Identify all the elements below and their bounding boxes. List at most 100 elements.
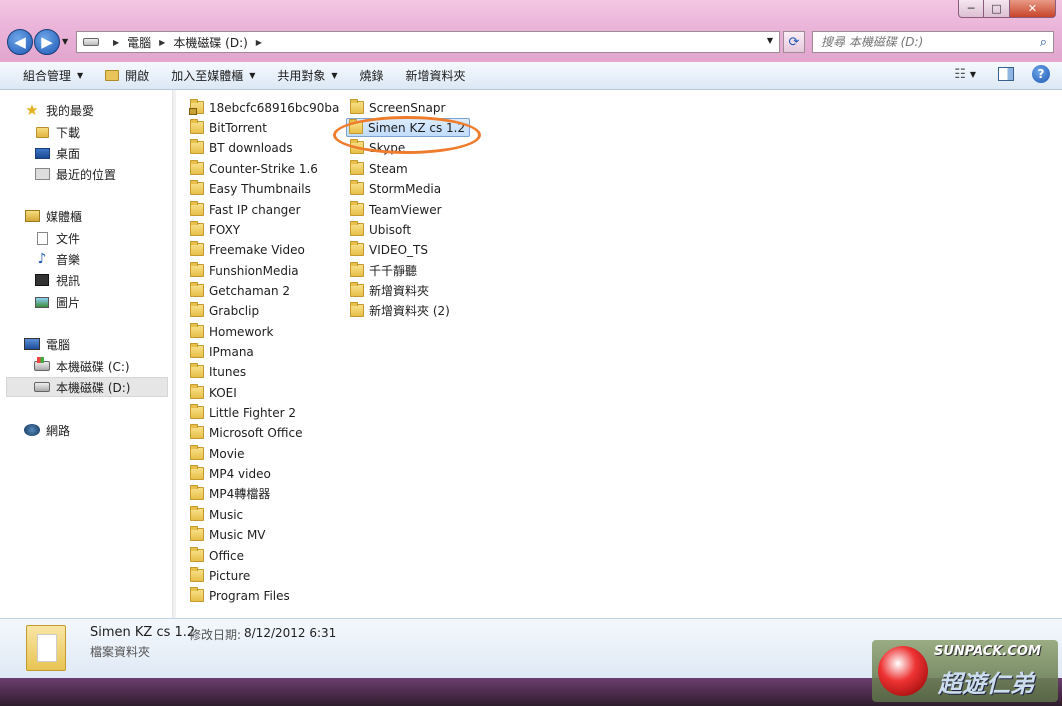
preview-pane-icon[interactable] — [998, 67, 1014, 81]
file-name: Ubisoft — [369, 222, 412, 237]
file-name: IPmana — [209, 344, 254, 359]
sidebar-label: 媒體櫃 — [46, 209, 83, 224]
list-item[interactable]: Movie — [188, 444, 249, 463]
folder-icon — [190, 506, 204, 521]
search-icon[interactable]: ⌕ — [1040, 35, 1047, 50]
sidebar-item-drive-d[interactable]: 本機磁碟 (D:) — [6, 377, 168, 397]
list-item[interactable]: FunshionMedia — [188, 261, 303, 280]
file-name: Steam — [369, 161, 408, 176]
list-item[interactable]: MP4 video — [188, 464, 275, 483]
burn-button[interactable]: 燒錄 — [349, 65, 395, 87]
list-item[interactable]: Microsoft Office — [188, 423, 306, 442]
list-item[interactable]: BitTorrent — [188, 118, 271, 137]
list-item[interactable]: 新增資料夾 — [348, 281, 433, 300]
file-name: Movie — [209, 446, 245, 461]
file-name: 千千靜聽 — [369, 264, 418, 278]
address-bar[interactable]: ▶ 電腦 ▶ 本機磁碟 (D:) ▶ ▼ — [76, 31, 780, 53]
search-box[interactable]: ⌕ — [812, 31, 1054, 53]
list-item[interactable]: TeamViewer — [348, 200, 446, 219]
caret-down-icon: ▼ — [77, 71, 84, 80]
list-item[interactable]: Steam — [348, 159, 412, 178]
list-item[interactable]: Picture — [188, 566, 254, 585]
sidebar-label: 下載 — [56, 125, 81, 140]
list-item[interactable]: BT downloads — [188, 138, 297, 157]
new-folder-button[interactable]: 新增資料夾 — [395, 65, 477, 87]
file-name: KOEI — [209, 385, 237, 400]
chevron-right-icon[interactable]: ▶ — [159, 38, 165, 47]
close-button[interactable]: ✕ — [1010, 0, 1056, 18]
sidebar-item-desktop[interactable]: 桌面 — [34, 143, 80, 163]
file-name: MP4 video — [209, 466, 271, 481]
detail-name: Simen KZ cs 1.2 — [90, 625, 196, 640]
help-icon[interactable]: ? — [1032, 65, 1050, 83]
list-item[interactable]: 千千靜聽 — [348, 261, 421, 280]
list-item[interactable]: ScreenSnapr — [348, 98, 449, 117]
list-item[interactable]: Freemake Video — [188, 240, 309, 259]
list-item[interactable]: Ubisoft — [348, 220, 415, 239]
breadcrumb-computer[interactable]: 電腦 — [127, 34, 151, 51]
document-icon — [34, 231, 50, 245]
folder-icon — [190, 282, 204, 297]
list-item[interactable]: Office — [188, 546, 248, 565]
list-item[interactable]: StormMedia — [348, 179, 445, 198]
chevron-right-icon[interactable]: ▶ — [113, 38, 119, 47]
address-dropdown-icon[interactable]: ▼ — [767, 36, 773, 45]
sidebar-item-videos[interactable]: 視訊 — [34, 270, 80, 290]
toolbar-right: ☷ ▼ ? — [954, 65, 1050, 83]
caret-down-icon: ▼ — [331, 71, 338, 80]
folder-icon — [190, 323, 204, 338]
back-button[interactable]: ◀ — [7, 29, 33, 55]
sidebar-item-recent-places[interactable]: 最近的位置 — [34, 164, 116, 184]
folder-icon — [190, 547, 204, 562]
list-item[interactable]: Program Files — [188, 586, 294, 605]
list-item[interactable]: Counter-Strike 1.6 — [188, 159, 322, 178]
search-input[interactable] — [821, 35, 1021, 49]
list-item[interactable]: Grabclip — [188, 301, 263, 320]
folder-icon — [190, 180, 204, 195]
list-item[interactable]: Itunes — [188, 362, 250, 381]
open-button[interactable]: 開啟 — [94, 65, 160, 87]
list-item[interactable]: 新增資料夾 (2) — [348, 301, 454, 320]
sidebar-item-network[interactable]: 網路 — [24, 420, 70, 440]
list-item[interactable]: Fast IP changer — [188, 200, 305, 219]
forward-button[interactable]: ▶ — [34, 29, 60, 55]
new-folder-label: 新增資料夾 — [405, 69, 466, 83]
organize-button[interactable]: 組合管理 ▼ — [12, 65, 94, 87]
sidebar-item-music[interactable]: ♪ 音樂 — [34, 249, 80, 269]
organize-label: 組合管理 — [23, 69, 72, 83]
breadcrumb-drive-d[interactable]: 本機磁碟 (D:) — [173, 34, 247, 51]
include-in-library-button[interactable]: 加入至媒體櫃 ▼ — [160, 65, 266, 87]
file-name: 新增資料夾 (2) — [369, 304, 450, 318]
sidebar-item-downloads[interactable]: 下載 — [34, 122, 80, 142]
view-options-icon[interactable]: ☷ — [954, 67, 966, 82]
list-item[interactable]: 18ebcfc68916bc90ba — [188, 98, 343, 117]
refresh-button[interactable]: ⟳ — [783, 31, 805, 53]
chevron-right-icon[interactable]: ▶ — [256, 38, 262, 47]
recent-pages-dropdown-icon[interactable]: ▼ — [62, 37, 68, 46]
list-item[interactable]: Homework — [188, 322, 277, 341]
list-item[interactable]: Music — [188, 505, 247, 524]
list-item[interactable]: VIDEO_TS — [348, 240, 432, 259]
minimize-button[interactable]: ─ — [958, 0, 984, 18]
maximize-button[interactable]: □ — [984, 0, 1010, 18]
watermark-text: SUNPACK.COM — [934, 644, 1041, 659]
sidebar-item-drive-c[interactable]: 本機磁碟 (C:) — [34, 356, 130, 376]
sidebar-item-computer[interactable]: 電腦 — [24, 334, 70, 354]
share-with-button[interactable]: 共用對象 ▼ — [266, 65, 348, 87]
list-item[interactable]: MP4轉檔器 — [188, 484, 274, 503]
list-item[interactable]: Easy Thumbnails — [188, 179, 315, 198]
sidebar-item-libraries[interactable]: 媒體櫃 — [24, 206, 82, 226]
list-item[interactable]: IPmana — [188, 342, 258, 361]
sidebar-item-documents[interactable]: 文件 — [34, 228, 80, 248]
sidebar-item-favorites[interactable]: ★ 我的最愛 — [24, 100, 94, 120]
sidebar-item-pictures[interactable]: 圖片 — [34, 292, 80, 312]
view-dropdown-icon[interactable]: ▼ — [970, 70, 976, 79]
list-item[interactable]: FOXY — [188, 220, 244, 239]
list-item[interactable]: KOEI — [188, 383, 241, 402]
list-item[interactable]: Music MV — [188, 525, 270, 544]
list-item[interactable]: Getchaman 2 — [188, 281, 294, 300]
pane-splitter[interactable] — [172, 90, 176, 618]
navigation-pane: ★ 我的最愛 下載 桌面 最近的位置 媒體櫃 文件 ♪ 音樂 視訊 圖片 電腦 … — [0, 90, 172, 618]
list-item[interactable]: Little Fighter 2 — [188, 403, 300, 422]
folder-icon — [350, 99, 364, 114]
